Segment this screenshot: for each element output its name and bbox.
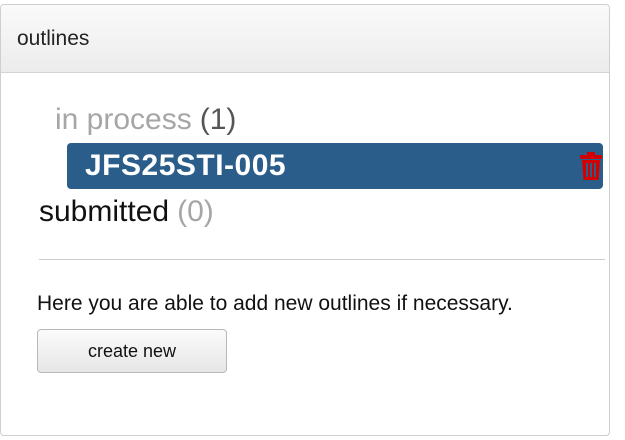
trash-icon[interactable]: [575, 143, 607, 189]
submitted-count: (0): [177, 195, 214, 228]
in-process-count: (1): [199, 103, 237, 136]
submitted-label: submitted: [39, 195, 170, 228]
outline-code[interactable]: JFS25STI-005: [85, 149, 286, 183]
outlines-panel: outlines in process (1) JFS25STI-005 sub…: [0, 4, 610, 436]
panel-title: outlines: [17, 26, 90, 50]
in-process-label: in process: [55, 103, 192, 136]
submitted-heading[interactable]: submitted (0): [39, 191, 599, 233]
divider: [39, 259, 605, 260]
panel-header: outlines: [1, 5, 609, 73]
panel-body: in process (1) JFS25STI-005 submitted (0…: [1, 73, 609, 373]
create-new-button[interactable]: create new: [37, 329, 227, 373]
info-text: Here you are able to add new outlines if…: [37, 292, 513, 315]
in-process-heading: in process (1): [39, 99, 599, 141]
outline-item[interactable]: JFS25STI-005: [67, 143, 603, 189]
